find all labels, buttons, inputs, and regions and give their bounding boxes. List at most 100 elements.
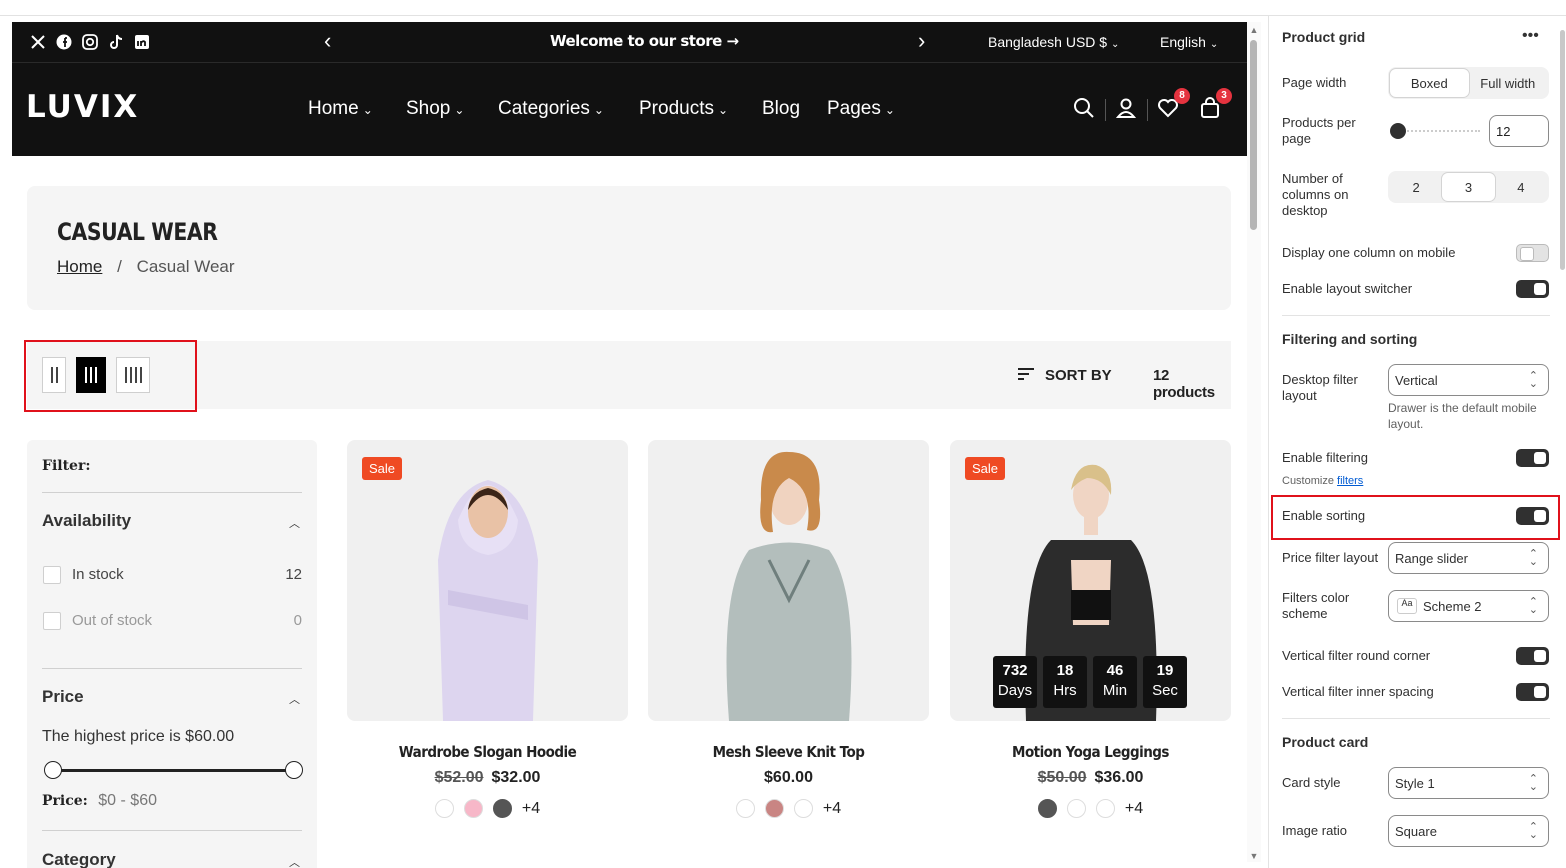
swatch-white[interactable]	[793, 799, 813, 818]
swatch-white[interactable]	[1095, 799, 1115, 818]
nav-shop[interactable]: Shop ⌄	[406, 98, 464, 120]
availability-heading[interactable]: Availability	[42, 511, 131, 531]
price-min-handle[interactable]	[44, 761, 62, 779]
more-swatches[interactable]: +4	[522, 800, 540, 818]
announcement-prev-icon[interactable]: ‹	[324, 30, 331, 52]
cart-icon[interactable]: 3	[1198, 88, 1232, 122]
enable-sorting-highlight	[1271, 495, 1560, 540]
in-stock-label: In stock	[72, 566, 124, 583]
price-max-handle[interactable]	[285, 761, 303, 779]
swatch-white[interactable]	[434, 799, 454, 818]
sort-by-button[interactable]: SORT BY	[1017, 367, 1112, 385]
nav-blog[interactable]: Blog	[762, 98, 800, 120]
more-swatches[interactable]: +4	[823, 800, 841, 818]
product-card[interactable]: Mesh Sleeve Knit Top $60.00 +4	[648, 440, 929, 818]
facebook-icon[interactable]	[55, 33, 73, 51]
full-width-option[interactable]: Full width	[1469, 69, 1548, 97]
preview-scrollbar[interactable]: ▲ ▼	[1247, 22, 1261, 862]
scrollbar-thumb[interactable]	[1250, 40, 1257, 230]
columns-3-option[interactable]: 3	[1442, 173, 1495, 201]
product-image[interactable]: Sale 732 Days 18 Hrs 46 Min 19 Sec	[950, 440, 1231, 721]
store-logo[interactable]: LUVIX	[26, 89, 139, 125]
product-title[interactable]: Motion Yoga Leggings	[964, 743, 1217, 761]
enable-filtering-label: Enable filtering	[1282, 450, 1368, 465]
per-page-input[interactable]: 12	[1489, 115, 1549, 147]
boxed-option[interactable]: Boxed	[1390, 69, 1469, 97]
out-of-stock-label: Out of stock	[72, 612, 153, 629]
wishlist-icon[interactable]: 8	[1156, 88, 1190, 122]
price-filter-layout-select[interactable]: Range slider ⌃ ⌄	[1388, 542, 1549, 574]
one-column-mobile-toggle[interactable]	[1516, 244, 1549, 262]
more-options-icon[interactable]: •••	[1522, 27, 1539, 45]
language-selector[interactable]: English ⌄	[1160, 34, 1218, 50]
swatch-rose[interactable]	[764, 799, 784, 818]
scroll-up-icon[interactable]: ▲	[1248, 25, 1260, 35]
announcement-bar: ‹ Welcome to our store → › Bangladesh US…	[12, 22, 1247, 62]
nav-categories[interactable]: Categories ⌄	[498, 98, 604, 120]
linkedin-icon[interactable]	[133, 33, 151, 51]
swatch-grey[interactable]	[492, 799, 512, 818]
nav-products[interactable]: Products ⌄	[639, 98, 728, 120]
swatch-white[interactable]	[1066, 799, 1086, 818]
x-icon[interactable]	[29, 33, 47, 51]
round-corner-toggle[interactable]	[1516, 647, 1549, 665]
scroll-down-icon[interactable]: ▼	[1248, 851, 1260, 861]
filters-link[interactable]: filters	[1337, 475, 1363, 487]
enable-filtering-toggle[interactable]	[1516, 449, 1549, 467]
drawer-note: Drawer is the default mobile layout.	[1388, 401, 1537, 431]
chevron-up-icon[interactable]: ︿	[289, 854, 300, 868]
browser-top-strip	[0, 0, 1566, 16]
highest-price-text: The highest price is $60.00	[42, 728, 235, 745]
desktop-filter-layout-select[interactable]: Vertical ⌃ ⌄	[1388, 364, 1549, 396]
select-arrows-icon: ⌃ ⌄	[1528, 773, 1538, 793]
more-swatches[interactable]: +4	[1125, 800, 1143, 818]
card-style-select[interactable]: Style 1 ⌃ ⌄	[1388, 767, 1549, 799]
instagram-icon[interactable]	[81, 33, 99, 51]
price-heading[interactable]: Price	[42, 687, 84, 707]
page-width-label: Page width	[1282, 75, 1347, 90]
sale-badge: Sale	[965, 457, 1006, 480]
region-selector[interactable]: Bangladesh USD $ ⌄	[988, 34, 1119, 50]
price-filter-layout-label: Price filter layout	[1282, 550, 1379, 565]
inner-spacing-toggle[interactable]	[1516, 683, 1549, 701]
in-stock-checkbox[interactable]	[43, 566, 61, 584]
account-icon[interactable]	[1114, 96, 1140, 122]
per-page-slider-handle[interactable]	[1390, 123, 1406, 139]
product-title[interactable]: Mesh Sleeve Knit Top	[662, 743, 915, 761]
color-scheme-select[interactable]: Aa Scheme 2 ⌃ ⌄	[1388, 590, 1549, 622]
product-price: $60.00	[764, 769, 813, 786]
breadcrumb-home-link[interactable]: Home	[57, 257, 102, 276]
layout-switcher-toggle[interactable]	[1516, 280, 1549, 298]
nav-home[interactable]: Home ⌄	[308, 98, 373, 120]
product-image[interactable]: Sale	[347, 440, 628, 721]
one-column-mobile-label: Display one column on mobile	[1282, 245, 1456, 260]
columns-4-option[interactable]: 4	[1495, 173, 1547, 201]
filtering-sorting-heading: Filtering and sorting	[1282, 331, 1418, 347]
out-of-stock-checkbox[interactable]	[43, 612, 61, 630]
swatch-pink[interactable]	[463, 799, 483, 818]
announcement-text[interactable]: Welcome to our store →	[550, 32, 739, 50]
color-swatches: +4	[648, 799, 929, 818]
chevron-up-icon[interactable]: ︿	[289, 515, 300, 531]
panel-scrollbar-thumb[interactable]	[1560, 30, 1565, 270]
price-range-track[interactable]	[52, 769, 294, 772]
swatch-grey[interactable]	[1037, 799, 1057, 818]
sale-badge: Sale	[362, 457, 403, 480]
swatch-white[interactable]	[735, 799, 755, 818]
announcement-next-icon[interactable]: ›	[918, 30, 925, 52]
filter-divider	[42, 492, 302, 493]
category-heading[interactable]: Category	[42, 850, 116, 868]
image-ratio-select[interactable]: Square ⌃ ⌄	[1388, 815, 1549, 847]
product-card[interactable]: Sale 732 Days 18 Hrs 46 Min 19 Sec Motion Yo…	[950, 440, 1231, 818]
round-corner-label: Vertical filter round corner	[1282, 648, 1431, 663]
product-card[interactable]: Sale Wardrobe Slogan Hoodie $52.00 $32.00…	[347, 440, 628, 818]
header-divider	[1147, 99, 1148, 121]
columns-2-option[interactable]: 2	[1390, 173, 1442, 201]
search-icon[interactable]	[1072, 96, 1098, 122]
product-image[interactable]	[648, 440, 929, 721]
chevron-up-icon[interactable]: ︿	[289, 691, 300, 707]
tiktok-icon[interactable]	[107, 33, 125, 51]
nav-pages[interactable]: Pages ⌄	[827, 98, 895, 120]
product-title[interactable]: Wardrobe Slogan Hoodie	[361, 743, 614, 761]
per-page-slider-track[interactable]	[1396, 130, 1480, 132]
